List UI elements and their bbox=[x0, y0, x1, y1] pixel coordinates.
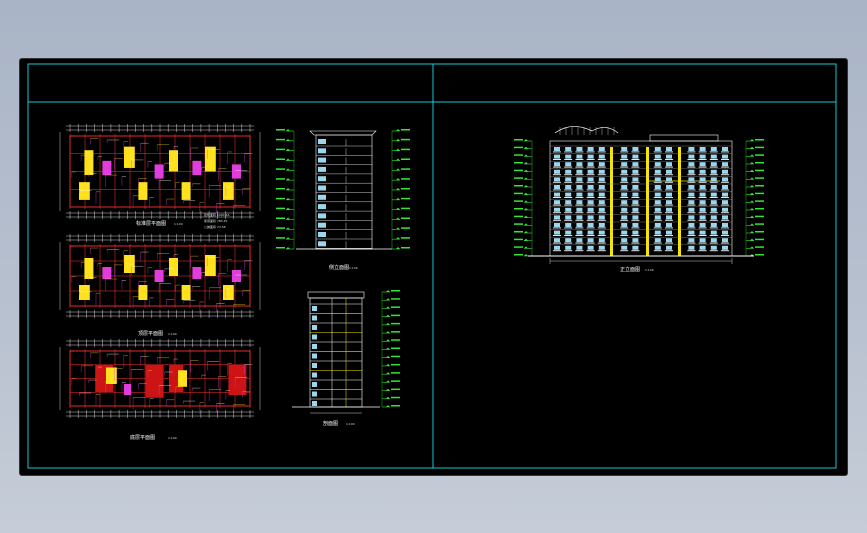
front-elevation-scale: 1:100 bbox=[645, 268, 654, 272]
section-title: 剖面图 bbox=[323, 420, 338, 427]
plan-note-3: 公摊面积 73.58 bbox=[204, 224, 226, 229]
standard-floor-plan[interactable] bbox=[59, 124, 261, 219]
standard-floor-plan-title: 标准层平面图 bbox=[136, 220, 166, 227]
ground-floor-plan-scale: 1:100 bbox=[168, 436, 177, 440]
side-elevation[interactable] bbox=[276, 129, 410, 250]
top-floor-plan[interactable] bbox=[59, 234, 261, 318]
plan-note-2: 使用面积 780.45 bbox=[204, 218, 228, 223]
section-drawing[interactable] bbox=[292, 290, 400, 414]
ground-floor-plan-title: 底层平面图 bbox=[130, 434, 155, 441]
standard-floor-plan-scale: 1:100 bbox=[174, 222, 183, 226]
side-elevation-scale: 1:100 bbox=[349, 266, 358, 270]
front-elevation[interactable] bbox=[514, 126, 764, 264]
front-elevation-title: 正立面图 bbox=[620, 266, 640, 273]
plan-note-1: 建筑面积 1000.46 bbox=[204, 212, 229, 217]
side-elevation-title: 侧立面图 bbox=[329, 264, 349, 271]
section-scale: 1:100 bbox=[346, 422, 355, 426]
cad-viewport[interactable]: 标准层平面图 1:100 建筑面积 1000.46 使用面积 780.45 公摊… bbox=[20, 59, 847, 475]
top-floor-plan-scale: 1:100 bbox=[168, 332, 177, 336]
top-floor-plan-title: 顶层平面图 bbox=[138, 331, 163, 337]
ground-floor-plan[interactable] bbox=[59, 339, 261, 418]
drawing-frame bbox=[27, 63, 837, 469]
